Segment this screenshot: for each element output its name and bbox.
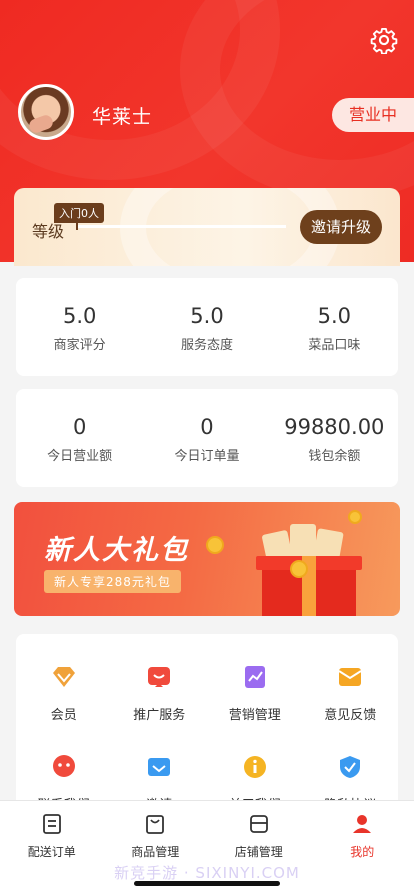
service-feedback[interactable]: 意见反馈 [303, 664, 399, 754]
invite-icon [148, 758, 171, 776]
info-icon [243, 756, 266, 778]
contact-icon [52, 755, 75, 777]
user-icon [353, 815, 372, 833]
stat-value: 5.0 [190, 303, 224, 328]
taste-rating: 5.0 菜品口味 [271, 302, 398, 353]
merchant-rating: 5.0 商家评分 [16, 302, 143, 353]
stat-value: 99880.00 [284, 414, 385, 439]
watermark: 新竞手游 · SIXINYI.COM [114, 864, 300, 882]
shop-icon [249, 815, 268, 833]
ratings-card: 5.0 商家评分 5.0 服务态度 5.0 菜品口味 [16, 278, 398, 376]
business-card: 0 今日营业额 0 今日订单量 99880.00 钱包余额 [16, 389, 398, 487]
home-indicator [134, 881, 280, 886]
service-promotion[interactable]: 推广服务 [112, 664, 208, 754]
newcomer-gift-banner[interactable]: 新人大礼包 新人专享288元礼包 [14, 502, 400, 616]
tab-label: 店铺管理 [234, 845, 283, 859]
stat-value: 5.0 [62, 303, 97, 328]
today-orders[interactable]: 0 今日订单量 [143, 413, 270, 464]
level-card: 等级 入门0人 邀请升级 [14, 188, 400, 266]
wallet-balance[interactable]: 99880.00 钱包余额 [271, 413, 398, 464]
avatar[interactable] [18, 84, 74, 140]
coin-icon [206, 536, 224, 554]
stat-label: 今日订单量 [174, 448, 240, 464]
marketing-icon [244, 666, 265, 688]
tab-label: 我的 [350, 845, 375, 859]
service-label: 推广服务 [133, 708, 186, 723]
tab-label: 商品管理 [131, 845, 180, 859]
promo-icon [148, 667, 171, 687]
gear-icon[interactable] [370, 26, 398, 54]
business-status-badge[interactable]: 营业中 [332, 98, 414, 132]
service-marketing[interactable]: 营销管理 [207, 664, 303, 754]
shield-icon [340, 756, 361, 778]
diamond-icon [52, 667, 75, 687]
invite-upgrade-button[interactable]: 邀请升级 [300, 210, 382, 244]
banner-subtitle: 新人专享288元礼包 [44, 570, 181, 593]
banner-title: 新人大礼包 [44, 535, 189, 566]
orders-icon [42, 814, 61, 834]
stat-label: 今日营业额 [47, 448, 113, 464]
feedback-icon [338, 668, 362, 686]
service-membership[interactable]: 会员 [16, 664, 112, 754]
stat-label: 钱包余额 [308, 448, 361, 464]
stat-label: 菜品口味 [308, 337, 361, 353]
service-label: 会员 [50, 708, 77, 723]
level-progress-track [76, 225, 286, 228]
stat-value: 0 [72, 414, 87, 439]
coin-icon [290, 560, 308, 578]
level-tag: 入门0人 [54, 203, 104, 223]
stat-label: 商家评分 [53, 337, 106, 353]
service-rating: 5.0 服务态度 [143, 302, 270, 353]
tab-label: 配送订单 [27, 845, 76, 859]
services-card: 会员 推广服务 营销管理 意见反馈 联系我们 [16, 634, 398, 824]
level-progress-marker [76, 218, 78, 230]
bag-icon [146, 815, 165, 834]
coin-icon [348, 510, 362, 524]
today-revenue[interactable]: 0 今日营业额 [16, 413, 143, 464]
shop-name: 华莱士 [92, 106, 153, 128]
stat-label: 服务态度 [180, 337, 233, 353]
service-label: 营销管理 [228, 708, 281, 723]
stat-value: 0 [200, 414, 214, 439]
service-label: 意见反馈 [324, 708, 377, 723]
stat-value: 5.0 [317, 303, 352, 328]
